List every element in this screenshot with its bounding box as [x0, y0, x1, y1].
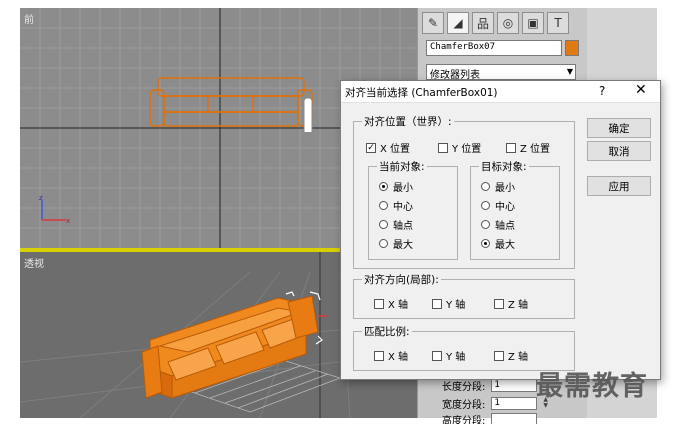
height-segments-row: 高度分段:: [442, 412, 538, 424]
svg-text:z: z: [39, 194, 43, 202]
modify-icon[interactable]: ◢: [447, 12, 469, 34]
command-panel-tabs: ✎ ◢ 品 ◎ ▣ T: [422, 12, 569, 34]
target-max-label: 最大: [495, 240, 515, 251]
current-max-radio[interactable]: 最大: [379, 236, 413, 251]
align-position-group: 对齐位置（世界）: ✓ X 位置 Y 位置 Z 位置 当前对象: 最小 中心 轴…: [353, 114, 575, 269]
target-center-label: 中心: [495, 202, 515, 213]
z-position-label: Z 位置: [520, 144, 551, 155]
target-min-radio[interactable]: 最小: [481, 179, 515, 194]
radio-empty: [379, 201, 388, 210]
match-scale-label: 匹配比例:: [362, 324, 412, 339]
radio-empty: [481, 220, 490, 229]
dialog-title-bar[interactable]: 对齐当前选择 (ChamferBox01) ? ✕: [341, 81, 660, 103]
cancel-button[interactable]: 取消: [587, 141, 651, 161]
help-button[interactable]: ?: [599, 84, 605, 98]
orient-x-checkbox[interactable]: X 轴: [374, 296, 408, 311]
target-max-radio[interactable]: 最大: [481, 236, 515, 251]
align-position-label: 对齐位置（世界）:: [362, 114, 454, 129]
orient-y-label: Y 轴: [446, 300, 466, 311]
x-position-checkbox[interactable]: ✓ X 位置: [366, 140, 410, 155]
height-segments-input[interactable]: [491, 413, 538, 424]
orient-z-label: Z 轴: [508, 300, 529, 311]
motion-icon[interactable]: ◎: [497, 12, 519, 34]
scale-z-checkbox[interactable]: Z 轴: [494, 348, 528, 363]
length-segments-label: 长度分段:: [442, 382, 486, 393]
display-icon[interactable]: ▣: [522, 12, 544, 34]
current-center-radio[interactable]: 中心: [379, 198, 413, 213]
z-position-checkbox[interactable]: Z 位置: [506, 140, 550, 155]
length-segments-input[interactable]: 1: [491, 379, 538, 392]
target-center-radio[interactable]: 中心: [481, 198, 515, 213]
length-segments-row: 长度分段: 1: [442, 378, 538, 393]
current-center-label: 中心: [393, 202, 413, 213]
scale-x-checkbox[interactable]: X 轴: [374, 348, 408, 363]
target-pivot-label: 轴点: [495, 221, 515, 232]
orient-z-checkbox[interactable]: Z 轴: [494, 296, 528, 311]
radio-selected: [481, 239, 490, 248]
current-pivot-label: 轴点: [393, 221, 413, 232]
scale-x-label: X 轴: [388, 352, 409, 363]
orient-x-label: X 轴: [388, 300, 409, 311]
width-segments-input[interactable]: 1: [491, 397, 538, 410]
x-position-label: X 位置: [380, 144, 411, 155]
sofa-front-wireframe[interactable]: [148, 76, 318, 132]
radio-selected: [379, 182, 388, 191]
radio-empty: [481, 201, 490, 210]
svg-text:x: x: [66, 217, 70, 225]
current-object-group: 当前对象: 最小 中心 轴点 最大: [368, 159, 458, 260]
unchecked-box: [506, 142, 516, 153]
chevron-down-icon: ▼: [566, 67, 573, 76]
radio-empty: [379, 239, 388, 248]
perspective-viewport-label[interactable]: 透视: [24, 255, 44, 270]
unchecked-box: [374, 298, 384, 309]
sofa-3d-model[interactable]: [128, 282, 328, 412]
width-segments-label: 宽度分段:: [442, 400, 486, 411]
y-position-checkbox[interactable]: Y 位置: [438, 140, 481, 155]
target-object-label: 目标对象:: [479, 159, 529, 174]
height-segments-label: 高度分段:: [442, 416, 486, 424]
orient-y-checkbox[interactable]: Y 轴: [432, 296, 465, 311]
radio-empty: [379, 220, 388, 229]
watermark-text: 最需教育: [536, 371, 648, 402]
scale-y-checkbox[interactable]: Y 轴: [432, 348, 465, 363]
object-color-swatch[interactable]: [565, 40, 579, 56]
axis-gizmo: z x: [39, 194, 70, 225]
align-selection-dialog: 对齐当前选择 (ChamferBox01) ? ✕ 对齐位置（世界）: ✓ X …: [340, 80, 661, 380]
close-icon[interactable]: ✕: [635, 82, 647, 98]
apply-button[interactable]: 应用: [587, 176, 651, 196]
align-orientation-group: 对齐方向(局部): X 轴 Y 轴 Z 轴: [353, 272, 575, 319]
unchecked-box: [494, 350, 504, 361]
y-position-label: Y 位置: [452, 144, 482, 155]
current-max-label: 最大: [393, 240, 413, 251]
scale-z-label: Z 轴: [508, 352, 529, 363]
hierarchy-icon[interactable]: 品: [472, 12, 494, 34]
width-segments-row: 宽度分段: 1 ▲ ▼: [442, 396, 551, 412]
checkmark-icon: ✓: [366, 142, 376, 153]
radio-empty: [481, 182, 490, 191]
current-min-label: 最小: [393, 183, 413, 194]
dialog-title: 对齐当前选择 (ChamferBox01): [345, 87, 498, 99]
unchecked-box: [438, 142, 448, 153]
unchecked-box: [432, 298, 442, 309]
align-orientation-label: 对齐方向(局部):: [362, 272, 441, 287]
current-min-radio[interactable]: 最小: [379, 179, 413, 194]
scale-y-label: Y 轴: [446, 352, 466, 363]
front-viewport-label[interactable]: 前: [24, 11, 34, 26]
unchecked-box: [432, 350, 442, 361]
current-object-label: 当前对象:: [377, 159, 427, 174]
target-pivot-radio[interactable]: 轴点: [481, 217, 515, 232]
object-name-field[interactable]: ChamferBox07: [426, 40, 562, 56]
utilities-icon[interactable]: T: [547, 12, 569, 34]
modifier-list-dropdown[interactable]: 修改器列表 ▼: [426, 64, 576, 81]
unchecked-box: [494, 298, 504, 309]
ok-button[interactable]: 确定: [587, 118, 651, 138]
create-icon[interactable]: ✎: [422, 12, 444, 34]
target-min-label: 最小: [495, 183, 515, 194]
unchecked-box: [374, 350, 384, 361]
current-pivot-radio[interactable]: 轴点: [379, 217, 413, 232]
target-object-group: 目标对象: 最小 中心 轴点 最大: [470, 159, 560, 260]
